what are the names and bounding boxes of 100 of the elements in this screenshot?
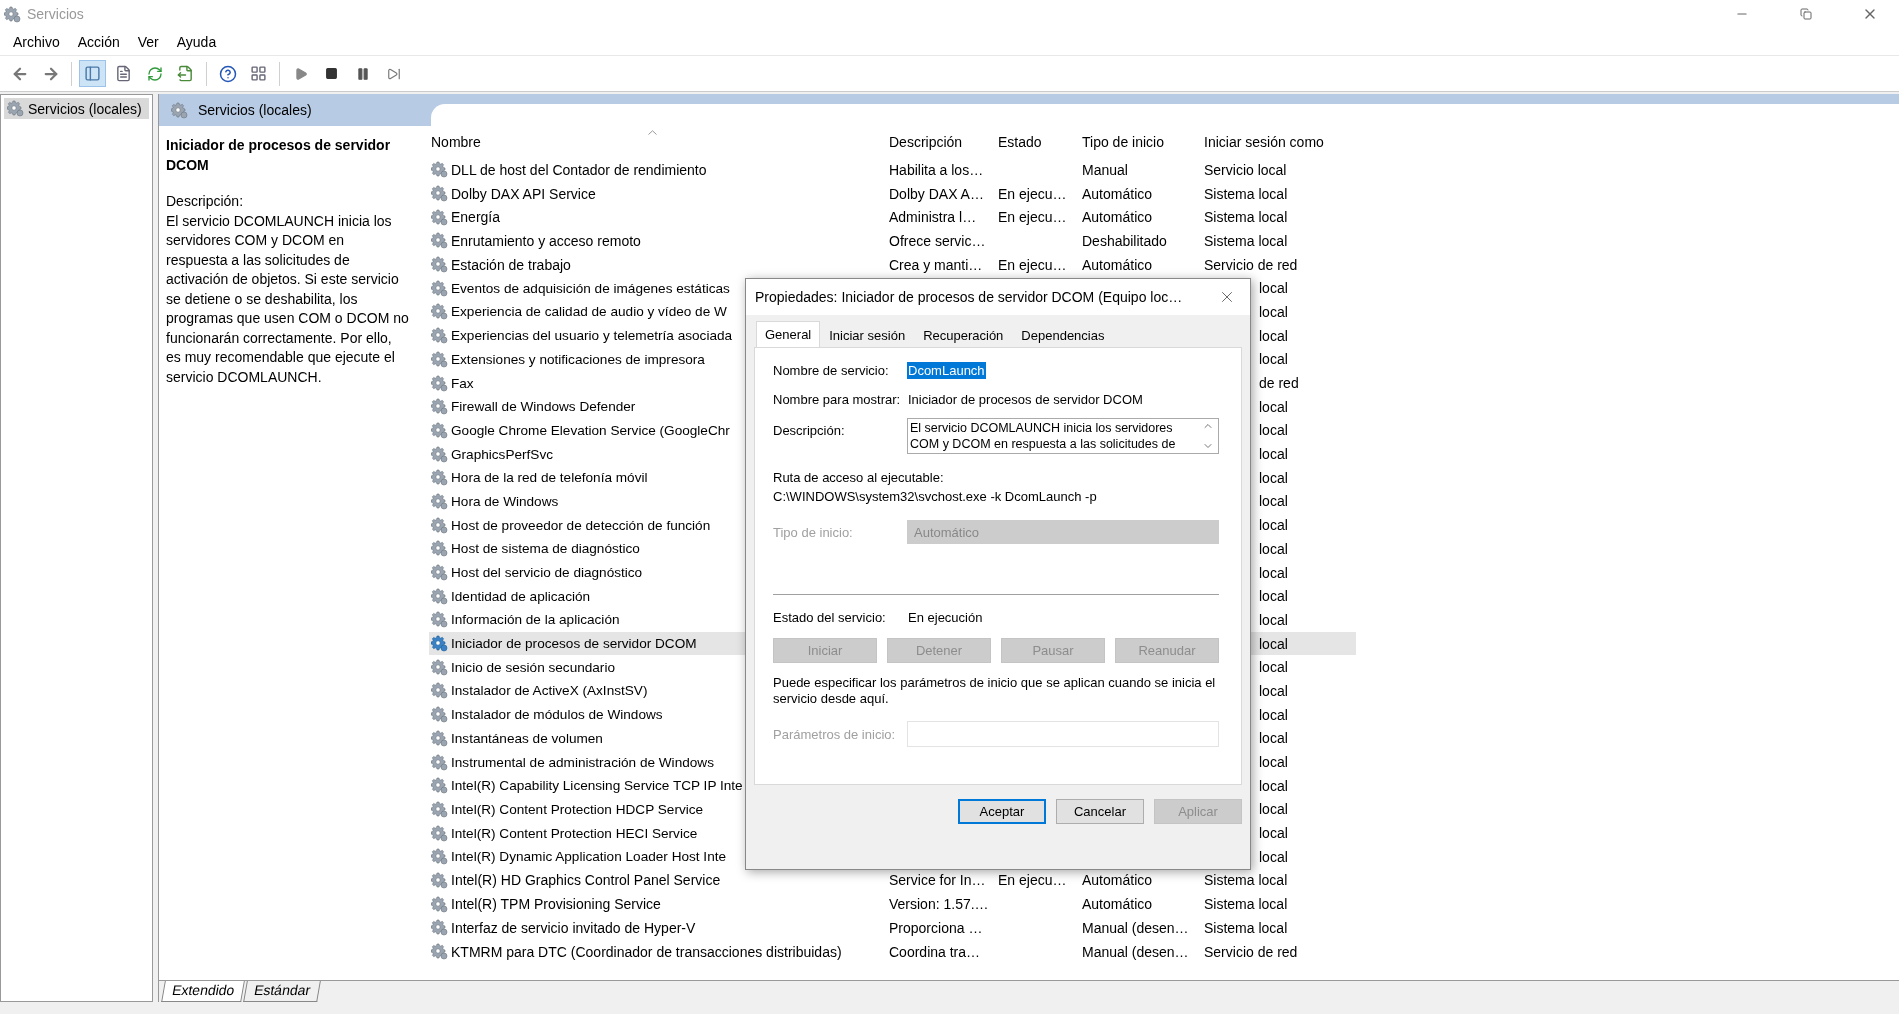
panel-title: Servicios (locales) xyxy=(198,102,312,118)
field-label: Descripción: xyxy=(773,422,846,438)
table-cell: Service for In… xyxy=(889,872,986,889)
table-cell: Inicio de sesión secundario xyxy=(451,659,615,675)
table-cell: Intel(R) TPM Provisioning Service xyxy=(451,896,661,913)
table-cell: Dolby DAX API Service xyxy=(451,185,596,202)
status-value: En ejecución xyxy=(907,609,984,626)
display-name-value: Iniciador de procesos de servidor DCOM xyxy=(907,391,1144,408)
table-cell: Intel(R) Dynamic Application Loader Host Inte xyxy=(451,849,727,865)
table-cell: Interfaz de servicio invitado de Hyper-V xyxy=(451,919,696,936)
table-cell: Automático xyxy=(1082,896,1153,913)
table-cell: Experiencia de calidad de audio y vídeo de W xyxy=(451,304,727,320)
table-cell: local xyxy=(1259,327,1288,344)
table-cell: Instrumental de administración de Windows xyxy=(451,754,714,770)
table-cell: Host de sistema de diagnóstico xyxy=(451,541,640,557)
table-cell: Sistema local xyxy=(1204,896,1288,913)
table-cell: Manual (desen… xyxy=(1082,919,1189,936)
table-cell: local xyxy=(1259,446,1288,463)
table-cell: Crea y manti… xyxy=(889,256,983,273)
table-cell: Proporciona … xyxy=(889,919,983,936)
table-cell: Sistema local xyxy=(1204,919,1288,936)
table-cell: local xyxy=(1259,540,1288,557)
service-name-value: DcomLaunch xyxy=(907,362,986,379)
table-cell: local xyxy=(1259,517,1288,534)
table-cell: local xyxy=(1259,280,1288,297)
table-cell: Host de proveedor de detección de función xyxy=(451,517,711,533)
service-title: Iniciador de procesos de servidor DCOM xyxy=(166,136,392,175)
table-cell: En ejecu… xyxy=(998,872,1067,889)
table-cell: Sistema local xyxy=(1204,209,1288,226)
table-cell: local xyxy=(1259,730,1288,747)
table-cell: KTMRM para DTC (Coordinador de transacciones distribuidas) xyxy=(451,943,842,960)
table-cell: Sistema local xyxy=(1204,872,1288,889)
table-cell: Dolby DAX A… xyxy=(889,185,984,202)
table-cell: Automático xyxy=(1082,209,1153,226)
table-cell: Intel(R) HD Graphics Control Panel Service xyxy=(451,872,721,889)
description-label: Descripción: xyxy=(166,192,245,211)
table-cell: local xyxy=(1259,659,1288,676)
table-cell: local xyxy=(1259,303,1288,320)
table-cell: Estación de trabajo xyxy=(451,256,571,273)
table-cell: local xyxy=(1259,469,1288,486)
table-cell: local xyxy=(1259,611,1288,628)
table-cell: Servicio de red xyxy=(1204,943,1298,960)
table-cell: Energía xyxy=(451,209,501,226)
table-cell: Manual (desen… xyxy=(1082,943,1189,960)
table-cell: Sistema local xyxy=(1204,232,1288,249)
note-text: Puede especificar los parámetros de inicio que se aplican cuando se inicia el servicio desde aquí. xyxy=(773,675,1217,707)
table-cell: Enrutamiento y acceso remoto xyxy=(451,232,641,249)
table-cell: local xyxy=(1259,825,1288,842)
table-cell: Servicio local xyxy=(1204,161,1287,178)
table-cell: Intel(R) Content Protection HDCP Service xyxy=(451,801,704,817)
table-cell: Experiencias del usuario y telemetría asociada xyxy=(451,328,733,344)
table-cell: Iniciador de procesos de servidor DCOM xyxy=(451,636,697,652)
table-cell: Automático xyxy=(1082,872,1153,889)
table-cell: Habilita a los… xyxy=(889,161,984,178)
table-cell: Hora de la red de telefonía móvil xyxy=(451,470,648,486)
table-cell: En ejecu… xyxy=(998,185,1067,202)
table-cell: Coordina tra… xyxy=(889,943,981,960)
table-cell: Identidad de aplicación xyxy=(451,588,591,604)
table-cell: local xyxy=(1259,754,1288,771)
table-cell: Host del servicio de diagnóstico xyxy=(451,565,643,581)
table-cell: Fax xyxy=(451,375,474,391)
table-cell: local xyxy=(1259,848,1288,865)
table-cell: de red xyxy=(1259,375,1299,392)
dialog-title: Propiedades: Iniciador de procesos de servidor DCOM (Equipo loc… xyxy=(755,289,1183,305)
table-cell: local xyxy=(1259,801,1288,818)
table-cell: local xyxy=(1259,422,1288,439)
table-cell: Extensiones y notificaciones de impresora xyxy=(451,351,705,367)
table-cell: Instantáneas de volumen xyxy=(451,730,603,746)
description-value: El servicio DCOMLAUNCH inicia los servidores COM y DCOM en respuesta a las solicitudes de xyxy=(910,420,1177,452)
table-cell: Hora de Windows xyxy=(451,493,559,509)
table-cell: Instalador de módulos de Windows xyxy=(451,707,663,723)
table-cell: Ofrece servic… xyxy=(889,232,986,249)
table-cell: Instalador de ActiveX (AxInstSV) xyxy=(451,683,648,699)
field-label: Ruta de acceso al ejecutable: xyxy=(773,470,945,485)
table-cell: Firewall de Windows Defender xyxy=(451,399,636,415)
table-cell: local xyxy=(1259,682,1288,699)
table-cell: Servicio de red xyxy=(1204,256,1298,273)
field-label: Tipo de inicio: xyxy=(773,524,854,540)
description-text: El servicio DCOMLAUNCH inicia los servidores COM y DCOM en respuesta a las solicitudes de activación de objetos. Si este servicio se detiene o se deshabilita, los programas que usen COM o DCOM no funcionarán correctamente. Por ello, es muy recomendable que ejecute el servicio DCOMLAUNCH. xyxy=(166,211,409,387)
table-cell: En ejecu… xyxy=(998,256,1067,273)
table-cell: local xyxy=(1259,588,1288,605)
field-label: Nombre de servicio: xyxy=(773,363,890,378)
table-cell: local xyxy=(1259,706,1288,723)
field-label: Estado del servicio: xyxy=(773,610,887,625)
table-cell: local xyxy=(1259,493,1288,510)
field-label: Parámetros de inicio: xyxy=(773,726,897,742)
table-cell: local xyxy=(1259,351,1288,368)
table-cell: Administra l… xyxy=(889,209,977,226)
table-cell: local xyxy=(1259,777,1288,794)
table-cell: En ejecu… xyxy=(998,209,1067,226)
table-cell: Intel(R) Content Protection HECI Service xyxy=(451,825,698,841)
field-label: Nombre para mostrar: xyxy=(773,392,902,407)
table-cell: Manual xyxy=(1082,161,1128,178)
table-cell: Deshabilitado xyxy=(1082,232,1167,249)
table-cell: Eventos de adquisición de imágenes estáticas xyxy=(451,280,730,296)
table-cell: Automático xyxy=(1082,185,1153,202)
table-cell: local xyxy=(1259,398,1288,415)
path-value: C:\WINDOWS\system32\svchost.exe -k DcomLaunch -p xyxy=(773,489,1098,504)
table-cell: local xyxy=(1259,635,1288,652)
table-cell: Sistema local xyxy=(1204,185,1288,202)
